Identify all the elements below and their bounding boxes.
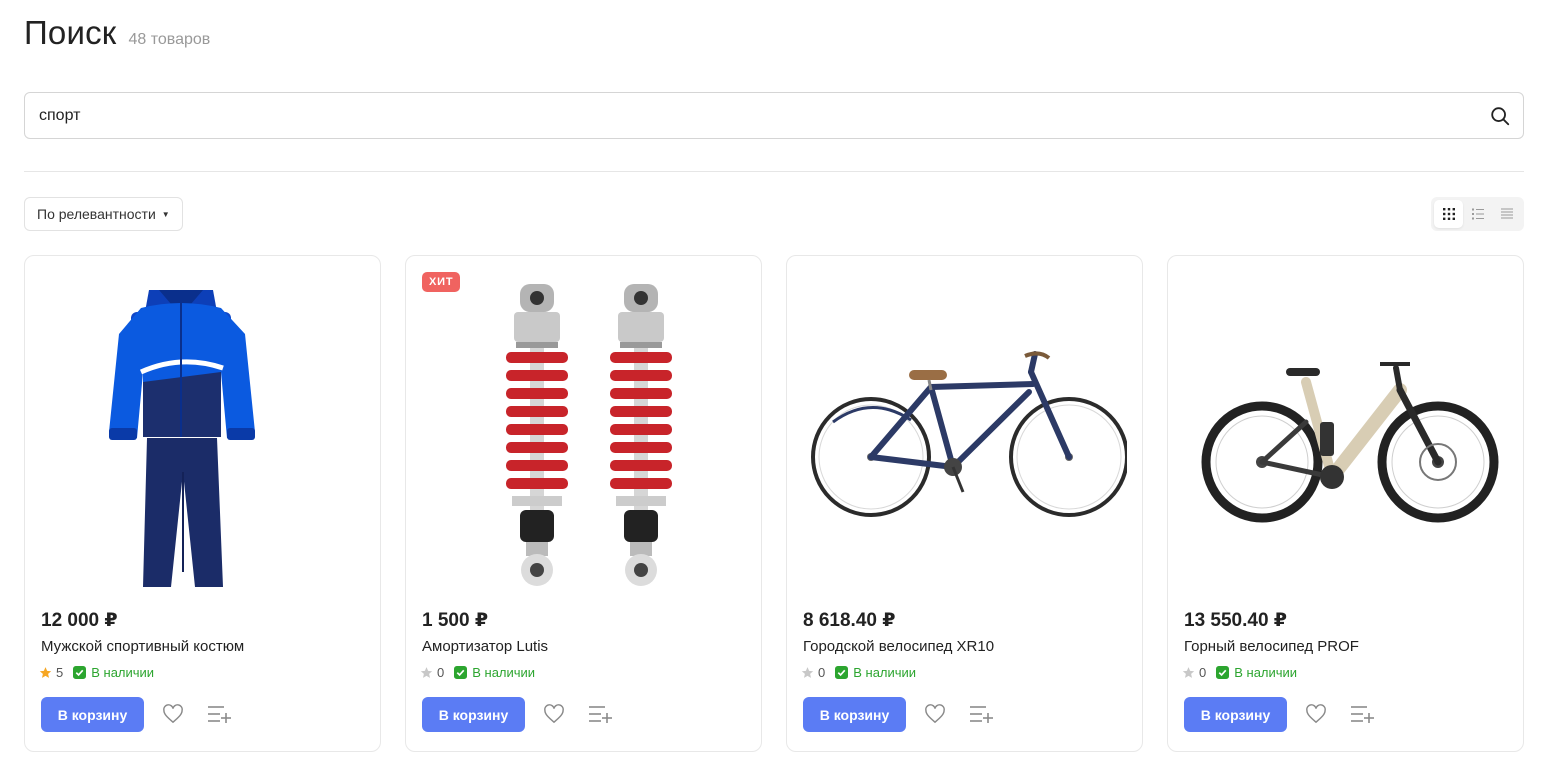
grid-view-button[interactable] — [1434, 200, 1463, 228]
product-name[interactable]: Городской велосипед XR10 — [803, 638, 994, 655]
hit-badge: ХИТ — [422, 272, 461, 292]
shock-absorber-image[interactable] — [422, 272, 746, 602]
product-name[interactable]: Амортизатор Lutis — [422, 638, 548, 655]
mountain-bike-image[interactable] — [1184, 272, 1508, 602]
sort-label: По релевантности — [37, 206, 156, 222]
product-card[interactable]: ХИТ 1 500 ₽ Амортизатор Lutis 0 В наличи… — [405, 255, 762, 752]
list-view-button[interactable] — [1463, 200, 1492, 228]
caret-down-icon: ▼ — [161, 209, 170, 219]
compare-list-icon[interactable] — [588, 704, 612, 724]
compare-list-icon[interactable] — [1350, 704, 1374, 724]
heart-icon[interactable] — [1305, 704, 1327, 724]
rating-value: 0 — [818, 665, 826, 680]
add-to-cart-button[interactable]: В корзину — [41, 697, 144, 732]
view-switcher — [1431, 197, 1524, 231]
city-bike-image[interactable] — [803, 272, 1127, 602]
grid-view-icon — [1442, 208, 1455, 220]
stock-status: В наличии — [91, 665, 155, 680]
compare-list-icon[interactable] — [969, 704, 993, 724]
compact-view-icon — [1500, 208, 1513, 219]
results-count: 48 товаров — [128, 31, 211, 48]
compare-list-icon[interactable] — [207, 704, 231, 724]
product-name[interactable]: Горный велосипед PROF — [1184, 638, 1359, 655]
star-icon — [1182, 667, 1195, 678]
add-to-cart-button[interactable]: В корзину — [803, 697, 906, 732]
page-header: Поиск 48 товаров — [24, 14, 210, 52]
add-to-cart-button[interactable]: В корзину — [422, 697, 525, 732]
product-meta: 0 В наличии — [801, 665, 916, 680]
check-icon — [454, 666, 468, 679]
product-price: 12 000 ₽ — [41, 610, 118, 631]
heart-icon[interactable] — [543, 704, 565, 724]
product-name[interactable]: Мужской спортивный костюм — [41, 638, 244, 655]
rating-value: 5 — [56, 665, 64, 680]
rating-value: 0 — [437, 665, 445, 680]
stock-status: В наличии — [1234, 665, 1298, 680]
product-meta: 0 В наличии — [420, 665, 535, 680]
search-bar — [24, 92, 1524, 139]
star-icon — [801, 667, 814, 678]
star-icon — [420, 667, 433, 678]
add-to-cart-button[interactable]: В корзину — [1184, 697, 1287, 732]
product-meta: 5 В наличии — [39, 665, 154, 680]
product-price: 13 550.40 ₽ — [1184, 610, 1288, 631]
stock-status: В наличии — [853, 665, 917, 680]
stock-status: В наличии — [472, 665, 536, 680]
heart-icon[interactable] — [924, 704, 946, 724]
page-title: Поиск — [24, 14, 117, 51]
compact-view-button[interactable] — [1492, 200, 1521, 228]
rating-value: 0 — [1199, 665, 1207, 680]
check-icon — [835, 666, 849, 679]
product-card[interactable]: 8 618.40 ₽ Городской велосипед XR10 0 В … — [786, 255, 1143, 752]
product-meta: 0 В наличии — [1182, 665, 1297, 680]
star-icon — [39, 667, 52, 678]
product-card[interactable]: 13 550.40 ₽ Горный велосипед PROF 0 В на… — [1167, 255, 1524, 752]
list-view-icon — [1471, 208, 1484, 220]
divider — [24, 171, 1524, 172]
product-price: 8 618.40 ₽ — [803, 610, 896, 631]
check-icon — [1216, 666, 1230, 679]
check-icon — [73, 666, 87, 679]
product-card[interactable]: 12 000 ₽ Мужской спортивный костюм 5 В н… — [24, 255, 381, 752]
search-input[interactable] — [39, 93, 1439, 138]
tracksuit-image[interactable] — [41, 272, 365, 602]
search-icon[interactable] — [1489, 105, 1511, 127]
heart-icon[interactable] — [162, 704, 184, 724]
product-price: 1 500 ₽ — [422, 610, 489, 631]
sort-dropdown[interactable]: По релевантности ▼ — [24, 197, 183, 231]
product-grid: 12 000 ₽ Мужской спортивный костюм 5 В н… — [24, 255, 1524, 752]
